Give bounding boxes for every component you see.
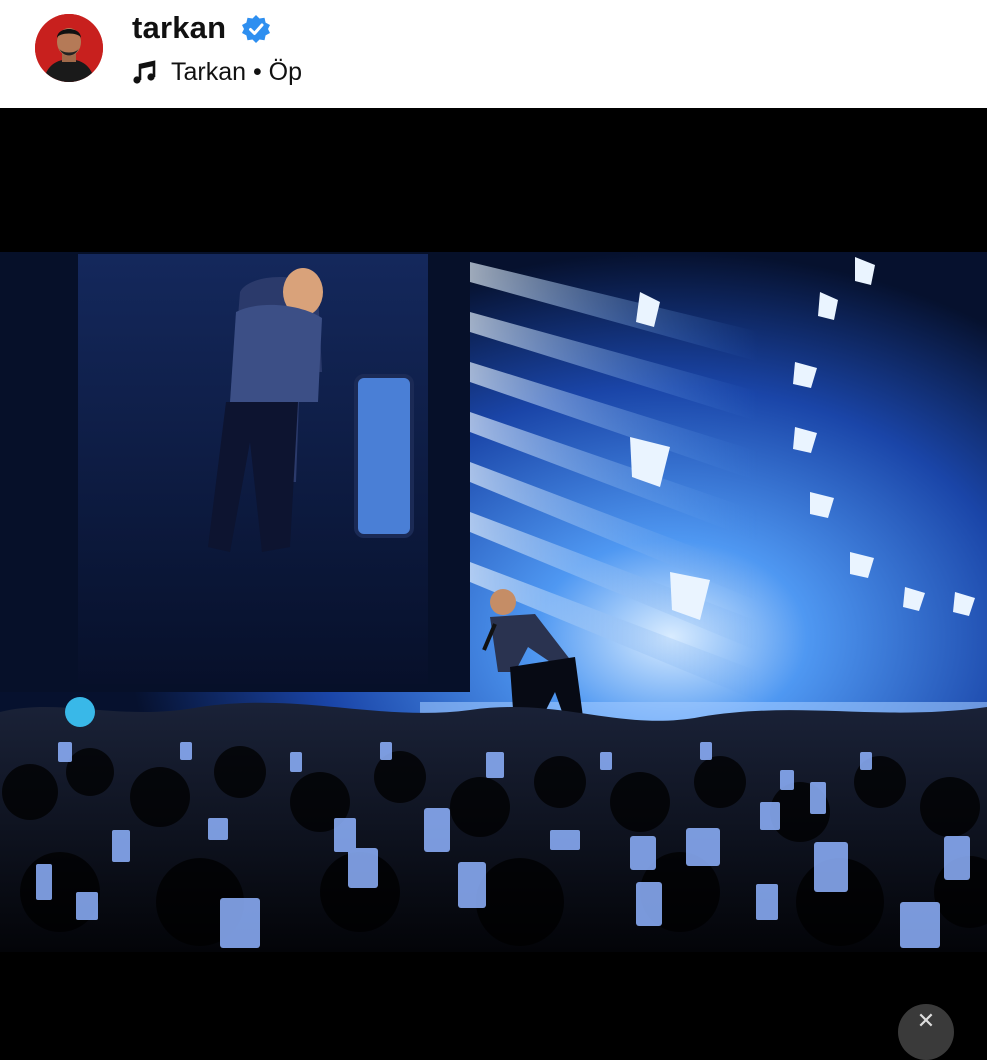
post-header: tarkan Tarkan • Öp (0, 0, 987, 108)
profile-avatar[interactable] (35, 14, 103, 82)
close-button[interactable]: ✕ (898, 1004, 954, 1060)
username[interactable]: tarkan (132, 10, 226, 46)
verified-badge-icon (242, 15, 270, 43)
concert-photo[interactable] (0, 252, 987, 952)
music-note-icon (133, 60, 156, 84)
close-icon: ✕ (916, 1008, 936, 1033)
concert-image (0, 252, 987, 952)
audio-label[interactable]: Tarkan • Öp (171, 58, 302, 87)
